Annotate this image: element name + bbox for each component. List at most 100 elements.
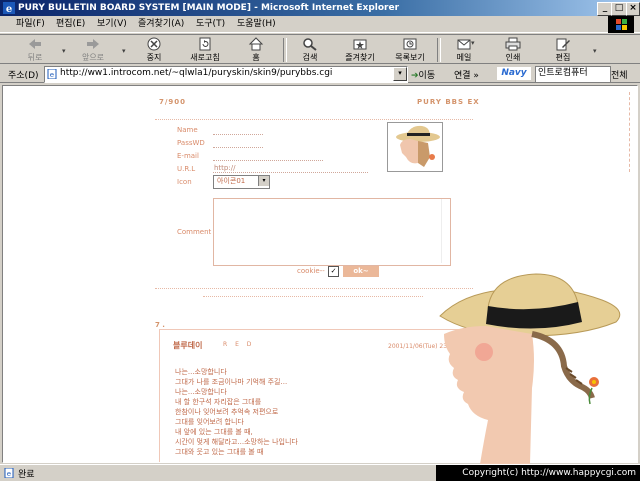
stop-button[interactable]: 중지: [131, 36, 177, 64]
post-line: 시간이 멎게 해달라고...소망하는 나입니다: [175, 438, 298, 446]
menu-help[interactable]: 도움말(H): [237, 18, 276, 30]
home-label: 홈: [252, 53, 260, 62]
selected-avatar-preview: [387, 122, 443, 172]
menu-edit[interactable]: 편집(E): [56, 18, 85, 30]
post-line: 내 앞에 있는 그대를 볼 때,: [175, 428, 253, 436]
links-button[interactable]: 연결 »: [454, 68, 479, 81]
title-bar[interactable]: e PURY BULLETIN BOARD SYSTEM [MAIN MODE]…: [0, 0, 640, 16]
post-number: 7 .: [155, 321, 165, 329]
url-input-underline: [213, 172, 368, 173]
mail-icon: [457, 39, 471, 50]
back-arrow-icon: [29, 39, 41, 49]
edit-icon: [556, 38, 570, 51]
post-line: 그대를 잊어보려 합니다: [175, 418, 244, 426]
page-done-icon: e: [4, 468, 14, 478]
menu-favorites[interactable]: 즐겨찾기(A): [138, 18, 184, 30]
ok-submit-button[interactable]: ok~: [343, 266, 379, 277]
address-bar: 주소(D) e http://ww1.introcom.net/~qlwla1/…: [0, 65, 640, 83]
mail-button[interactable]: 메일: [441, 36, 487, 64]
post-line: 그대와 웃고 있는 그대를 볼 때: [175, 448, 264, 456]
post-author[interactable]: 블루데이: [173, 340, 202, 351]
menu-bar: 파일(F) 편집(E) 보기(V) 즐겨찾기(A) 도구(T) 도움말(H): [0, 16, 640, 33]
mail-label: 메일: [456, 53, 472, 62]
back-dropdown-icon[interactable]: ▾: [62, 47, 66, 55]
favorites-button[interactable]: 즐겨찾기: [337, 36, 383, 64]
menu-tools[interactable]: 도구(T): [196, 18, 225, 30]
woman-with-straw-hat-illustration: [439, 273, 621, 464]
post-line: 나는...소망합니다: [175, 388, 227, 396]
svg-text:e: e: [7, 470, 11, 478]
menu-view[interactable]: 보기(V): [97, 18, 127, 30]
windows-logo-icon: [608, 16, 634, 33]
cookie-label: cookie--: [297, 267, 325, 275]
edit-label: 편집: [555, 53, 571, 62]
navy-logo[interactable]: Navy: [497, 67, 531, 80]
maximize-button[interactable]: □: [611, 2, 627, 16]
form-divider: [155, 288, 473, 289]
forward-arrow-icon: [87, 39, 99, 49]
name-label: Name: [177, 126, 198, 134]
back-label: 뒤로: [27, 53, 43, 62]
email-input[interactable]: [213, 160, 323, 161]
post-line: 내 할 한구석 자리잡은 그대를: [175, 398, 262, 406]
home-button[interactable]: 홈: [233, 36, 279, 64]
internet-explorer-icon: e: [3, 2, 15, 14]
back-button[interactable]: 뒤로: [12, 36, 58, 64]
go-button[interactable]: ➔이동: [411, 68, 435, 81]
address-value: http://ww1.introcom.net/~qlwla1/puryskin…: [60, 68, 333, 78]
forward-dropdown-icon[interactable]: ▾: [122, 47, 126, 55]
copyright-banner: Copyright(c) http://www.happycgi.com: [436, 465, 640, 481]
stop-icon: [147, 37, 161, 51]
name-input[interactable]: [213, 134, 263, 135]
comment-textarea[interactable]: [213, 198, 451, 266]
post-counter: 7/900: [159, 98, 187, 106]
toolbar: 뒤로 ▾ 앞으로 ▾ 중지 새로고침 홈 검색 즐겨찾기 목록보기 메일 ▾ 인…: [0, 34, 640, 64]
woman-with-hat-icon: [396, 125, 440, 167]
status-bar: e 완료 Copyright(c) http://www.happycgi.co…: [0, 464, 640, 481]
print-button[interactable]: 인쇄: [490, 36, 536, 64]
cookie-checkbox[interactable]: ✓: [328, 266, 339, 277]
refresh-icon: [199, 37, 211, 51]
navy-search-input[interactable]: 인트로컴퓨터: [535, 66, 611, 83]
svg-text:e: e: [6, 4, 12, 14]
refresh-label: 새로고침: [190, 53, 220, 62]
search-button[interactable]: 검색: [287, 36, 333, 64]
address-label: 주소(D): [8, 71, 39, 81]
header-divider: [155, 119, 473, 120]
url-input[interactable]: http://: [214, 164, 235, 172]
scroll-track: [629, 92, 630, 172]
forward-button[interactable]: 앞으로: [70, 36, 116, 64]
comment-scrollbar[interactable]: [441, 199, 450, 263]
icon-select[interactable]: 아이콘01 ▾: [213, 175, 270, 189]
refresh-button[interactable]: 새로고침: [182, 36, 228, 64]
home-icon: [248, 37, 264, 51]
go-label: 이동: [418, 71, 436, 81]
close-button[interactable]: ×: [626, 2, 640, 16]
printer-icon: [505, 37, 521, 51]
edit-button[interactable]: 편집: [540, 36, 586, 64]
post-line: 한참이나 잊어보려 추억속 저편으로: [175, 408, 279, 416]
page-icon: e: [47, 69, 57, 79]
icon-label: Icon: [177, 178, 192, 186]
post-line: 그대가 나를 조금이나마 기억해 주길...: [175, 378, 288, 386]
status-text: 완료: [18, 470, 35, 480]
email-label: E-mail: [177, 152, 199, 160]
password-input[interactable]: [213, 147, 263, 148]
history-button[interactable]: 목록보기: [387, 36, 433, 64]
window-title: PURY BULLETIN BOARD SYSTEM [MAIN MODE] -…: [18, 3, 400, 13]
stop-label: 중지: [146, 53, 162, 62]
address-input[interactable]: e http://ww1.introcom.net/~qlwla1/purysk…: [44, 66, 408, 83]
history-icon: [403, 38, 417, 50]
icon-select-value: 아이콘01: [217, 177, 246, 185]
menu-file[interactable]: 파일(F): [16, 18, 45, 30]
navy-all-dropdown[interactable]: 전체: [611, 68, 628, 81]
search-label: 검색: [302, 53, 318, 62]
search-icon: [303, 38, 317, 51]
post-tag: R E D: [223, 341, 255, 348]
address-dropdown-button[interactable]: ▾: [393, 67, 407, 81]
mail-dropdown-icon[interactable]: ▾: [471, 39, 475, 47]
bbs-brand: PURY BBS EX: [417, 98, 480, 106]
edit-dropdown-icon[interactable]: ▾: [593, 47, 597, 55]
favorites-icon: [353, 39, 367, 50]
chevron-down-icon: ▾: [258, 176, 269, 186]
